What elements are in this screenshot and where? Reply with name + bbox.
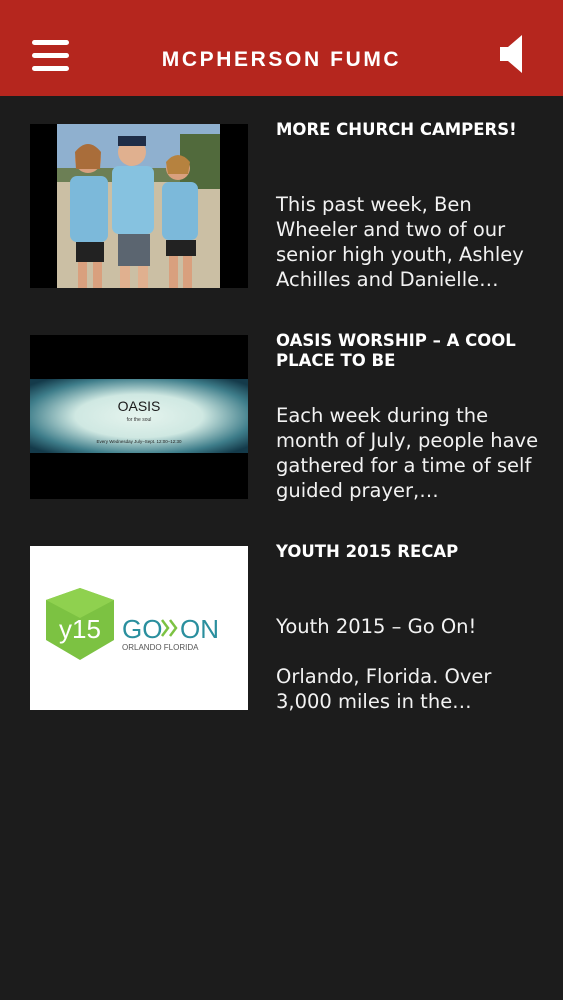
post-thumbnail: OASIS for the soul Every Wednesday July–…	[30, 335, 248, 499]
post-excerpt: Youth 2015 – Go On! Orlando, Florida. Ov…	[276, 614, 541, 714]
youth-2015-logo: y15 GO ON ORLANDO FLORIDA	[30, 546, 248, 710]
app-header: MCPHERSON FUMC	[0, 0, 563, 96]
post-title[interactable]: YOUTH 2015 RECAP	[276, 542, 538, 562]
post-thumbnail: y15 GO ON ORLANDO FLORIDA	[30, 546, 248, 710]
menu-bar	[32, 40, 69, 45]
oasis-subtitle: for the soul	[127, 417, 152, 423]
location-text: ORLANDO FLORIDA	[122, 643, 199, 652]
campers-photo	[30, 124, 248, 288]
post-title[interactable]: OASIS WORSHIP – A COOL PLACE TO BE	[276, 331, 538, 371]
go-text: GO	[122, 614, 162, 644]
post-excerpt: This past week, Ben Wheeler and two of o…	[276, 193, 524, 291]
post-thumbnail	[30, 124, 248, 288]
post-title[interactable]: MORE CHURCH CAMPERS!	[276, 120, 538, 140]
post-excerpt-line: Youth 2015 – Go On!	[276, 615, 477, 638]
post-item[interactable]: MORE CHURCH CAMPERS! This past week, Ben…	[0, 96, 563, 291]
speaker-icon[interactable]	[492, 32, 532, 76]
app-title: MCPHERSON FUMC	[161, 48, 402, 71]
oasis-caption: Every Wednesday July–Sept. 12:00–12:30	[97, 439, 182, 444]
y15-badge-text: y15	[59, 614, 101, 644]
post-excerpt: Each week during the month of July, peop…	[276, 404, 539, 502]
oasis-graphic: OASIS for the soul Every Wednesday July–…	[30, 335, 248, 499]
speaker-icon-graphic	[500, 35, 522, 73]
oasis-title: OASIS	[118, 398, 161, 414]
post-item[interactable]: OASIS for the soul Every Wednesday July–…	[0, 307, 563, 502]
post-item[interactable]: y15 GO ON ORLANDO FLORIDA YOUTH 2015 REC…	[0, 518, 563, 713]
post-excerpt-line: Orlando, Florida. Over 3,000 miles in th…	[276, 665, 492, 713]
on-text: ON	[180, 614, 219, 644]
